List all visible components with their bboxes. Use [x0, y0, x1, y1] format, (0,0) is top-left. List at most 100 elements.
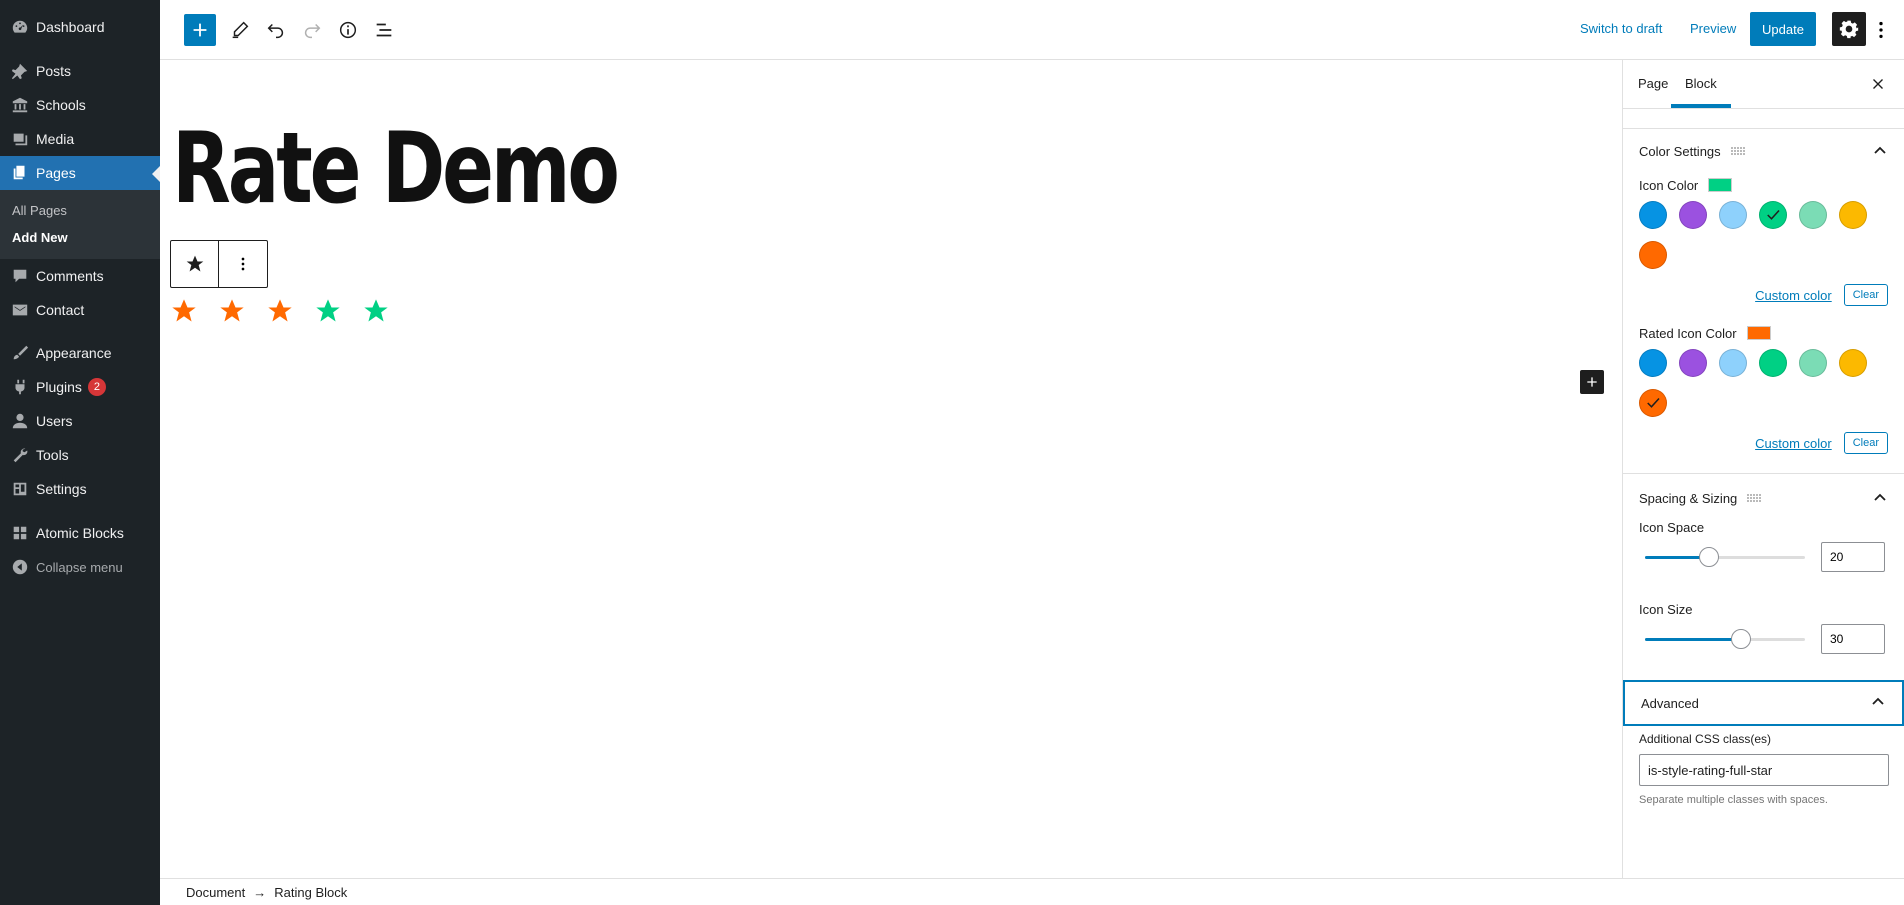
redo-icon: [304, 23, 321, 39]
menu-label: Settings: [36, 481, 87, 497]
block-inserter-button[interactable]: [184, 14, 216, 46]
advanced-panel-toggle[interactable]: Advanced: [1623, 680, 1904, 726]
menu-label: Plugins: [36, 379, 82, 395]
admin-menu: Dashboard Posts Schools Media Pages All …: [0, 0, 160, 905]
panel-title: Advanced: [1641, 695, 1699, 711]
menu-appearance[interactable]: Appearance: [0, 336, 160, 370]
color-swatch[interactable]: [1679, 349, 1707, 377]
icon-size-label: Icon Size: [1639, 602, 1693, 617]
rating-star-icon[interactable]: [218, 297, 246, 325]
color-swatch[interactable]: [1799, 349, 1827, 377]
redo-button[interactable]: [296, 14, 328, 46]
gear-icon: [1839, 20, 1859, 39]
more-options-button[interactable]: [1868, 14, 1894, 46]
page-title[interactable]: Rate Demo: [172, 120, 620, 218]
breadcrumb-rating-block[interactable]: Rating Block: [274, 885, 347, 900]
color-swatch[interactable]: [1679, 201, 1707, 229]
dashboard-icon: [10, 17, 30, 37]
color-swatch[interactable]: [1639, 349, 1667, 377]
menu-settings[interactable]: Settings: [0, 472, 160, 506]
menu-atomic-blocks[interactable]: Atomic Blocks: [0, 516, 160, 550]
menu-contact[interactable]: Contact: [0, 293, 160, 327]
menu-label: Atomic Blocks: [36, 525, 124, 541]
pages-submenu: All Pages Add New: [0, 190, 160, 259]
submenu-all-pages[interactable]: All Pages: [0, 197, 160, 224]
chevron-up-icon: [1872, 697, 1884, 705]
collapse-menu-button[interactable]: Collapse menu: [0, 550, 160, 584]
menu-pages[interactable]: Pages: [0, 156, 160, 190]
menu-plugins[interactable]: Plugins 2: [0, 370, 160, 404]
custom-color-link[interactable]: Custom color: [1755, 436, 1832, 451]
color-swatch[interactable]: [1719, 349, 1747, 377]
block-type-button[interactable]: [171, 241, 219, 287]
color-swatch[interactable]: [1639, 389, 1667, 417]
menu-label: Posts: [36, 63, 72, 79]
clear-color-button[interactable]: Clear: [1843, 284, 1888, 306]
tools-button[interactable]: [224, 14, 256, 46]
menu-comments[interactable]: Comments: [0, 259, 160, 293]
preview-button[interactable]: Preview: [1690, 21, 1736, 36]
details-button[interactable]: [332, 14, 364, 46]
rating-star-icon[interactable]: [170, 297, 198, 325]
panel-title: Spacing & Sizing: [1639, 490, 1738, 506]
panel-title: Color Settings: [1639, 143, 1721, 159]
color-swatch[interactable]: [1639, 201, 1667, 229]
pages-icon: [10, 163, 30, 183]
icon-color-actions: Custom color Clear: [1623, 281, 1904, 309]
breadcrumb-document[interactable]: Document: [186, 885, 245, 900]
icon-space-input[interactable]: [1821, 542, 1885, 572]
custom-color-link[interactable]: Custom color: [1755, 288, 1832, 303]
rated-icon-color-indicator: [1746, 326, 1771, 340]
menu-media[interactable]: Media: [0, 122, 160, 156]
icon-space-slider[interactable]: [1645, 546, 1805, 567]
icon-size-input[interactable]: [1821, 624, 1885, 654]
rating-star-icon[interactable]: [314, 297, 342, 325]
rating-star-icon[interactable]: [266, 297, 294, 325]
icon-space-control: [1623, 538, 1904, 576]
color-swatch[interactable]: [1759, 349, 1787, 377]
wrench-icon: [10, 445, 30, 465]
checkmark-icon: [1767, 209, 1780, 220]
rated-icon-color-label-text: Rated Icon Color: [1639, 325, 1737, 341]
clear-color-button[interactable]: Clear: [1843, 432, 1888, 454]
undo-button[interactable]: [260, 14, 292, 46]
switch-to-draft-button[interactable]: Switch to draft: [1580, 21, 1662, 36]
close-sidebar-button[interactable]: [1866, 72, 1890, 96]
css-class-input[interactable]: [1639, 754, 1889, 786]
add-block-button[interactable]: [1580, 370, 1604, 394]
color-swatch[interactable]: [1839, 349, 1867, 377]
menu-dashboard[interactable]: Dashboard: [0, 10, 160, 44]
color-settings-panel-toggle[interactable]: Color Settings: [1623, 131, 1904, 171]
menu-schools[interactable]: Schools: [0, 88, 160, 122]
bank-icon: [10, 95, 30, 115]
color-swatch[interactable]: [1719, 201, 1747, 229]
menu-users[interactable]: Users: [0, 404, 160, 438]
color-swatch[interactable]: [1839, 201, 1867, 229]
color-swatch[interactable]: [1799, 201, 1827, 229]
menu-label: Schools: [36, 97, 86, 113]
rated-color-actions: Custom color Clear: [1623, 429, 1904, 457]
spacing-panel-toggle[interactable]: Spacing & Sizing: [1623, 478, 1904, 518]
menu-tools[interactable]: Tools: [0, 438, 160, 472]
list-view-button[interactable]: [368, 14, 400, 46]
breadcrumb-separator: →: [253, 884, 267, 900]
css-class-label: Additional CSS class(es): [1639, 732, 1772, 746]
icon-size-slider[interactable]: [1645, 628, 1805, 649]
slider-thumb[interactable]: [1731, 628, 1751, 649]
settings-toggle-button[interactable]: [1832, 12, 1866, 46]
menu-posts[interactable]: Posts: [0, 54, 160, 88]
plus-icon: [193, 23, 207, 37]
color-swatch[interactable]: [1639, 241, 1667, 269]
block-options-button[interactable]: [219, 241, 267, 287]
plus-icon: [1587, 377, 1597, 387]
user-icon: [10, 411, 30, 431]
tab-page[interactable]: Page: [1638, 60, 1668, 108]
rating-star-icon[interactable]: [362, 297, 390, 325]
update-button[interactable]: Update: [1750, 12, 1816, 46]
submenu-add-new[interactable]: Add New: [0, 224, 160, 251]
media-icon: [10, 129, 30, 149]
tab-block[interactable]: Block: [1671, 60, 1731, 108]
info-icon: [339, 21, 357, 39]
slider-thumb[interactable]: [1699, 546, 1719, 567]
color-swatch[interactable]: [1759, 201, 1787, 229]
